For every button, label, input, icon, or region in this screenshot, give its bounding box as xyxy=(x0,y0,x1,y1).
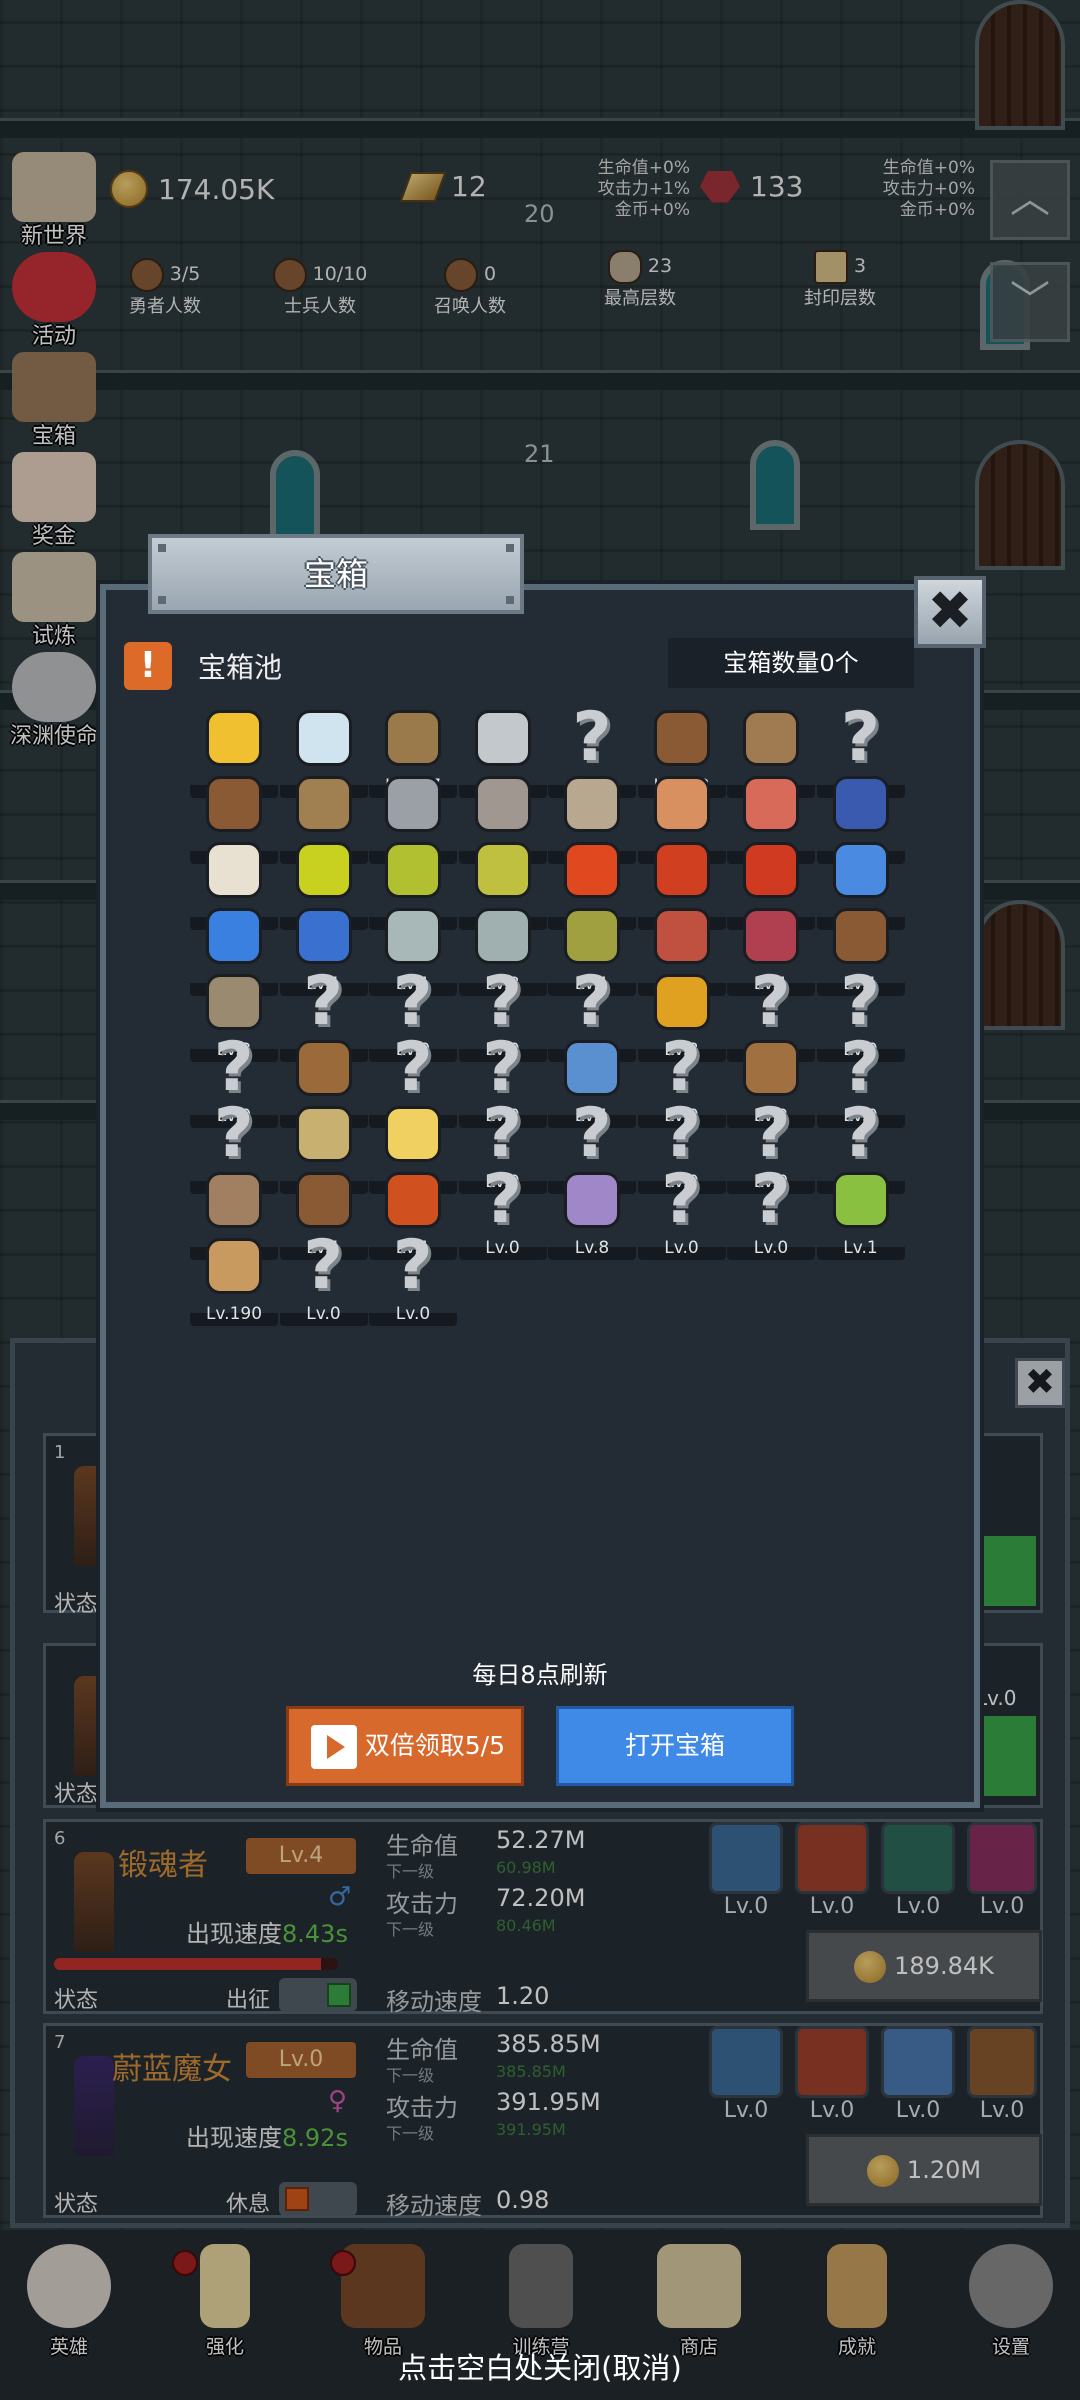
red-round-potion-icon xyxy=(743,842,799,898)
unknown-icon: ? xyxy=(214,1094,254,1173)
unknown-icon: ? xyxy=(303,962,344,1041)
unknown-icon: ? xyxy=(303,1226,344,1305)
unknown-icon: ? xyxy=(840,1028,881,1107)
unknown-icon: ? xyxy=(572,962,612,1041)
chest-item-slot[interactable]: ?Lv.0 xyxy=(637,1160,726,1262)
chest-item-slot[interactable]: ?Lv.0 xyxy=(369,1232,457,1328)
close-hint: 点击空白处关闭(取消) xyxy=(398,2351,682,2385)
red-bottle-icon xyxy=(653,908,710,964)
item-level: Lv.1 xyxy=(816,1238,905,1260)
rice-bowl-icon xyxy=(206,842,262,898)
unknown-icon: ? xyxy=(661,1094,702,1173)
unknown-icon: ? xyxy=(393,962,433,1041)
chest-item-slot[interactable]: Lv.8 xyxy=(548,1166,636,1262)
cheese-icon xyxy=(385,1106,441,1162)
item-level: Lv.0 xyxy=(637,1238,726,1260)
unknown-icon: ? xyxy=(214,1028,254,1107)
sword-icon xyxy=(385,710,441,766)
hammer-icon xyxy=(474,776,531,832)
open-chest-button[interactable]: 打开宝箱 xyxy=(556,1706,794,1786)
chest-item-grid: Lv.1Lv.72Lv.117Lv.13?Lv.0Lv.103Lv.12?Lv.… xyxy=(190,704,910,1604)
blue-flask-icon xyxy=(206,908,262,964)
green-bottle-icon xyxy=(564,908,620,964)
item-level: Lv.190 xyxy=(190,1304,278,1326)
modal-title-tab: 宝箱 xyxy=(148,534,524,614)
item-level: Lv.0 xyxy=(458,1238,547,1260)
unknown-icon: ? xyxy=(751,1094,791,1173)
unknown-icon: ? xyxy=(840,1094,881,1173)
item-level: Lv.0 xyxy=(727,1238,815,1260)
knight-helmet-icon xyxy=(385,776,441,832)
yellow-round-potion-icon xyxy=(474,842,531,898)
winged-boot-icon xyxy=(743,908,799,964)
quiver-icon xyxy=(295,1172,352,1228)
beer-mug-icon xyxy=(206,1238,262,1294)
unknown-icon: ? xyxy=(751,962,791,1041)
leather-armor-icon xyxy=(653,710,710,766)
blue-potion-icon xyxy=(832,842,889,898)
great-helm-icon xyxy=(564,776,620,832)
unknown-icon: ? xyxy=(572,698,612,777)
leather-helmet-icon xyxy=(206,776,262,832)
bag-icon xyxy=(743,1040,799,1096)
item-level: Lv.0 xyxy=(369,1304,457,1326)
red-potion-icon xyxy=(564,842,620,898)
steel-sword-icon xyxy=(474,710,531,766)
blue-scepter-icon xyxy=(564,1040,620,1096)
ham-icon xyxy=(653,776,710,832)
refresh-note: 每日8点刷新 xyxy=(472,1661,608,1689)
shoe-icon xyxy=(206,974,262,1030)
empty-bottle-icon xyxy=(385,908,441,964)
unknown-icon: ? xyxy=(393,1226,433,1305)
blue-round-potion-icon xyxy=(295,908,352,964)
chest-count: 宝箱数量0个 xyxy=(668,638,914,688)
unknown-icon: ? xyxy=(661,1160,702,1239)
unknown-icon: ? xyxy=(482,1160,523,1239)
chest-item-slot[interactable]: ?Lv.0 xyxy=(279,1226,368,1328)
monster-egg-icon xyxy=(564,1172,620,1228)
unknown-icon: ? xyxy=(482,1028,523,1107)
spiked-club-icon xyxy=(295,1106,352,1162)
green-wand-icon xyxy=(832,1172,889,1228)
dagger-icon xyxy=(295,776,352,832)
double-claim-button[interactable]: 双倍领取5/5 xyxy=(286,1706,524,1786)
steak-icon xyxy=(743,776,799,832)
chest-item-slot[interactable]: ?Lv.0 xyxy=(458,1160,547,1262)
unknown-icon: ? xyxy=(840,962,881,1041)
pouch-icon xyxy=(832,776,889,832)
exclamation-icon[interactable]: ! xyxy=(124,642,172,690)
chest-item-slot[interactable]: Lv.190 xyxy=(190,1232,278,1328)
glass-bottle-icon xyxy=(474,908,531,964)
unknown-icon: ? xyxy=(751,1160,791,1239)
chest-pool-header: ! 宝箱池 宝箱数量0个 xyxy=(124,638,964,694)
unknown-icon: ? xyxy=(572,1094,612,1173)
diamond-icon xyxy=(295,710,352,766)
backpack-armor-icon xyxy=(743,710,799,766)
pool-title: 宝箱池 xyxy=(198,651,283,684)
bow-icon xyxy=(206,1172,262,1228)
red-flask-icon xyxy=(653,842,710,898)
unknown-icon: ? xyxy=(482,1094,523,1173)
unknown-icon: ? xyxy=(661,1028,702,1107)
item-level: Lv.0 xyxy=(279,1304,368,1326)
torch-icon xyxy=(653,974,710,1030)
chest-item-slot[interactable]: Lv.1 xyxy=(816,1166,905,1262)
item-level: Lv.8 xyxy=(548,1238,636,1260)
wooden-staff-icon xyxy=(295,1040,352,1096)
unknown-icon: ? xyxy=(840,698,881,777)
chest-item-slot[interactable]: ?Lv.0 xyxy=(727,1166,815,1262)
yellow-potion-icon xyxy=(295,842,352,898)
leather-boot-icon xyxy=(832,908,889,964)
spellbook-icon xyxy=(385,1172,441,1228)
unknown-icon: ? xyxy=(482,962,523,1041)
video-icon xyxy=(311,1725,357,1769)
yellow-flask-icon xyxy=(385,842,441,898)
crown-icon xyxy=(206,710,262,766)
modal-title: 宝箱 xyxy=(303,555,368,593)
unknown-icon: ? xyxy=(393,1028,433,1107)
